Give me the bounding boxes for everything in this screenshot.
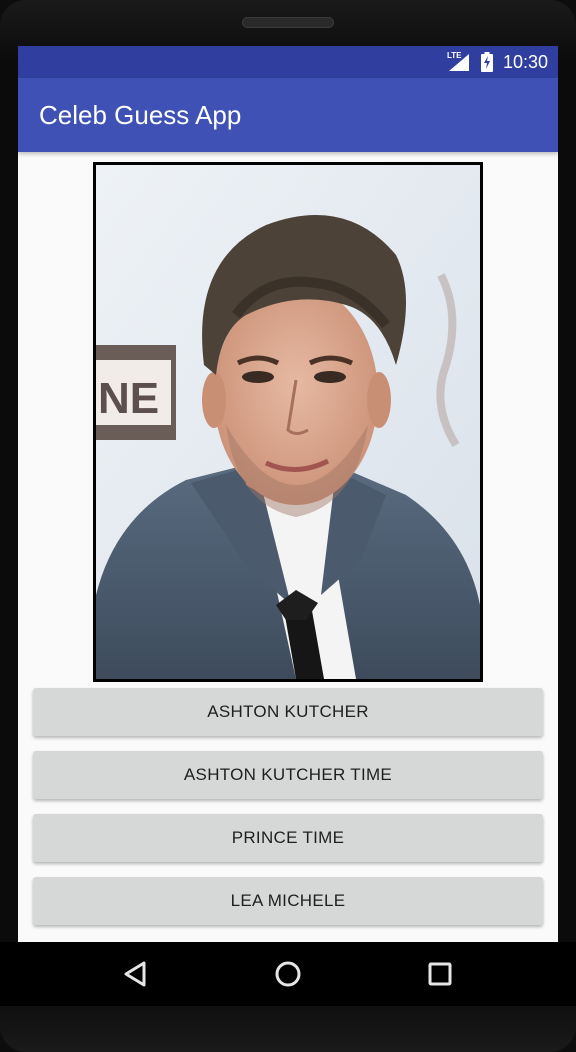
answer-button-1[interactable]: ASHTON KUTCHER	[33, 688, 543, 736]
svg-text:NE: NE	[98, 374, 159, 423]
back-icon[interactable]	[118, 956, 154, 992]
answer-button-3[interactable]: PRINCE TIME	[33, 814, 543, 862]
recents-icon[interactable]	[422, 956, 458, 992]
device-frame: LTE 10:30 Celeb Guess App NE ASHTON KUTC…	[0, 0, 576, 1052]
navigation-bar	[0, 942, 576, 1006]
status-bar: LTE 10:30	[18, 46, 558, 78]
network-label: LTE	[446, 51, 462, 60]
celebrity-photo: NE	[93, 162, 483, 682]
lte-signal-icon: LTE	[446, 51, 471, 72]
app-bar: Celeb Guess App	[18, 78, 558, 152]
answer-button-2[interactable]: ASHTON KUTCHER TIME	[33, 751, 543, 799]
screen: LTE 10:30 Celeb Guess App NE ASHTON KUTC…	[18, 46, 558, 942]
answer-button-4[interactable]: LEA MICHELE	[33, 877, 543, 925]
status-icons: LTE 10:30	[447, 46, 548, 78]
app-title: Celeb Guess App	[39, 100, 242, 130]
answer-list: ASHTON KUTCHER ASHTON KUTCHER TIME PRINC…	[33, 688, 543, 940]
home-icon[interactable]	[270, 956, 306, 992]
celebrity-photo-illustration: NE	[96, 165, 480, 679]
status-clock: 10:30	[502, 51, 548, 72]
battery-charging-icon	[480, 52, 493, 72]
earpiece-speaker	[242, 17, 334, 28]
